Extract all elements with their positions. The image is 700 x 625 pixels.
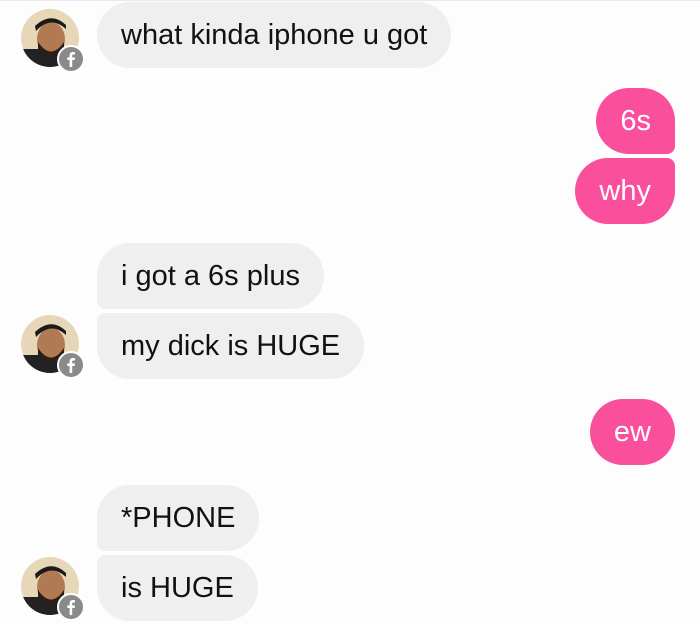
- chat-thread: what kinda iphone u got 6s why i got a 6…: [0, 0, 700, 625]
- incoming-message-bubble[interactable]: my dick is HUGE: [97, 313, 365, 379]
- facebook-badge-icon: [57, 351, 85, 379]
- incoming-message-bubble[interactable]: i got a 6s plus: [97, 243, 324, 309]
- avatar[interactable]: [21, 315, 85, 379]
- incoming-message-bubble[interactable]: *PHONE: [97, 485, 260, 551]
- outgoing-message-bubble[interactable]: why: [575, 158, 675, 224]
- outgoing-message-bubble[interactable]: ew: [589, 399, 675, 465]
- avatar[interactable]: [21, 557, 85, 621]
- facebook-badge-icon: [57, 593, 85, 621]
- incoming-message-bubble[interactable]: what kinda iphone u got: [97, 2, 452, 68]
- incoming-message-bubble[interactable]: is HUGE: [97, 555, 258, 621]
- facebook-badge-icon: [57, 45, 85, 73]
- avatar[interactable]: [21, 9, 85, 73]
- top-divider: [0, 0, 700, 1]
- outgoing-message-bubble[interactable]: 6s: [596, 88, 675, 154]
